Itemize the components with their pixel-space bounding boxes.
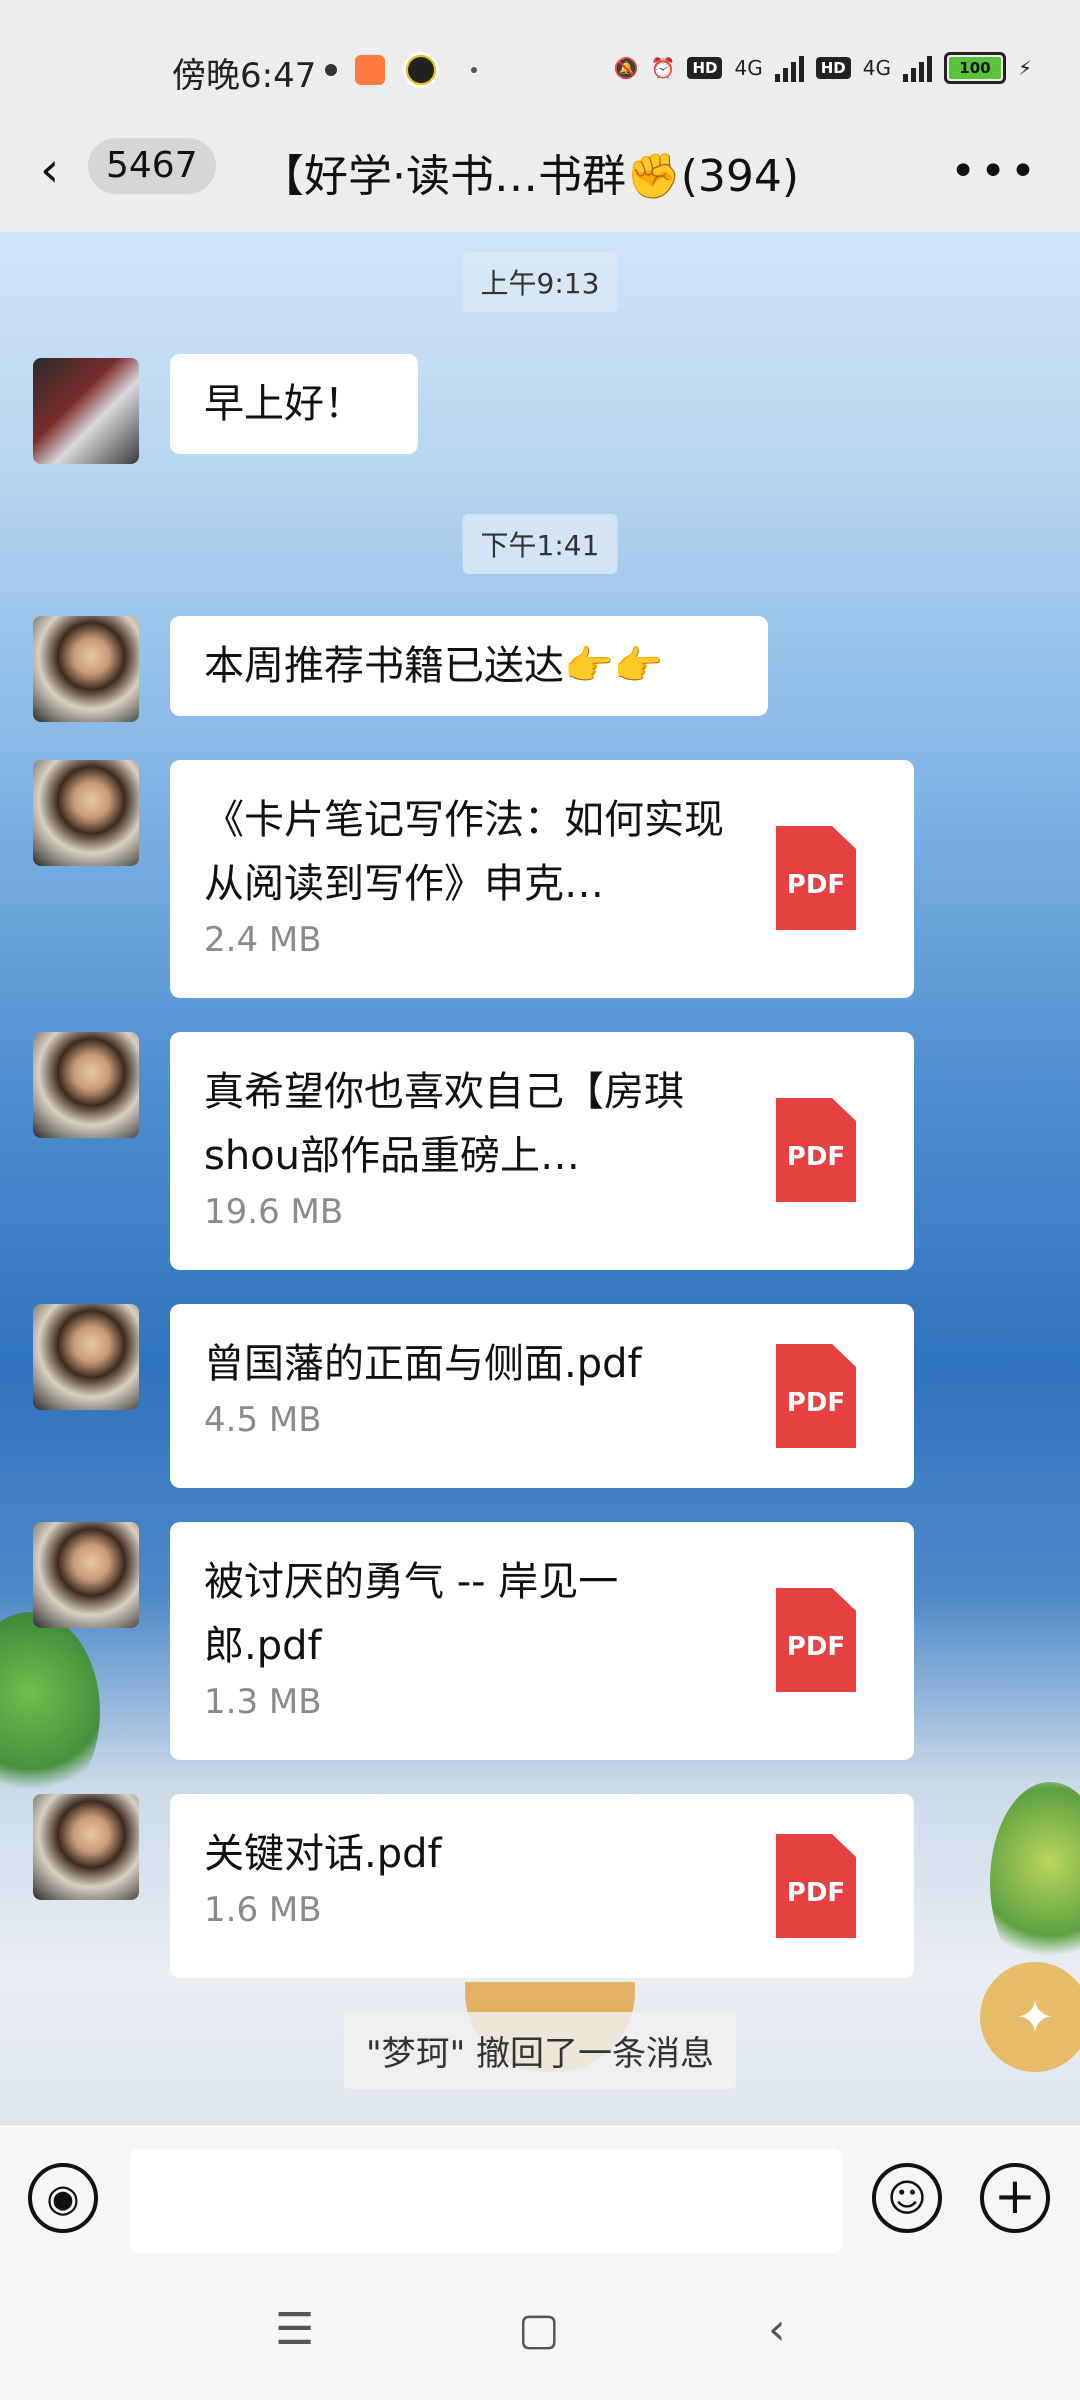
home-icon[interactable]: ▢ — [518, 2304, 560, 2355]
notification-dot-icon — [325, 64, 337, 76]
pdf-file-icon: PDF — [776, 1098, 856, 1202]
message-input[interactable] — [130, 2149, 842, 2253]
chat-area[interactable]: 上午9:13 早上好！ 下午1:41 本周推荐书籍已送达👉👉 《卡片笔记写作法：… — [0, 232, 1080, 2124]
more-notifications-icon — [471, 67, 477, 73]
network-type-1: 4G — [734, 56, 763, 80]
file-message-card[interactable]: 被讨厌的勇气 -- 岸见一郎.pdf 1.3 MB PDF — [170, 1522, 914, 1760]
timestamp-chip: 上午9:13 — [462, 252, 618, 312]
chat-title[interactable]: 【好学·读书…书群✊(394) — [260, 140, 799, 204]
status-right-icons: 🔕 ⏰ HD 4G HD 4G 100 ⚡ — [614, 52, 1032, 84]
signal-icon-2 — [902, 54, 932, 82]
voice-icon[interactable]: ◉ — [28, 2163, 98, 2233]
avatar[interactable] — [33, 1304, 139, 1410]
chat-header: ‹ 5467 【好学·读书…书群✊(394) ••• — [0, 110, 1080, 230]
pdf-file-icon: PDF — [776, 826, 856, 930]
network-type-2: 4G — [862, 56, 891, 80]
signal-icon-1 — [774, 54, 804, 82]
message-bubble-recommend[interactable]: 本周推荐书籍已送达👉👉 — [170, 616, 768, 716]
file-name: 曾国藩的正面与侧面.pdf — [204, 1341, 642, 1387]
input-bar: ◉ ☺ + — [0, 2124, 1080, 2275]
background-plant-right — [990, 1782, 1080, 1982]
avatar[interactable] — [33, 616, 139, 722]
recall-notice: "梦珂" 撤回了一条消息 — [343, 2012, 737, 2089]
qq-icon — [403, 52, 439, 88]
timestamp-chip: 下午1:41 — [462, 514, 618, 574]
avatar[interactable] — [33, 1794, 139, 1900]
back-icon[interactable]: ‹ — [768, 2304, 786, 2355]
pdf-file-icon: PDF — [776, 1588, 856, 1692]
file-name: 真希望你也喜欢自己【房琪shou部作品重磅上… — [204, 1069, 684, 1179]
avatar[interactable] — [33, 760, 139, 866]
alarm-icon: ⏰ — [650, 56, 676, 80]
emoji-icon[interactable]: ☺ — [872, 2163, 942, 2233]
more-icon[interactable]: ••• — [950, 146, 1040, 197]
pdf-file-icon: PDF — [776, 1834, 856, 1938]
charging-icon: ⚡ — [1017, 56, 1032, 80]
background-plant — [0, 1612, 100, 1812]
avatar[interactable] — [33, 358, 139, 464]
mute-icon: 🔕 — [613, 56, 639, 80]
file-name: 《卡片笔记写作法：如何实现从阅读到写作》申克… — [204, 797, 724, 907]
status-time: 傍晚6:47 — [172, 56, 317, 96]
plus-icon[interactable]: + — [980, 2163, 1050, 2233]
file-message-card[interactable]: 曾国藩的正面与侧面.pdf 4.5 MB PDF — [170, 1304, 914, 1488]
system-nav-bar: ☰ ▢ ‹ — [0, 2274, 1080, 2400]
battery-level: 100 — [948, 57, 1001, 79]
file-message-card[interactable]: 关键对话.pdf 1.6 MB PDF — [170, 1794, 914, 1978]
file-message-card[interactable]: 《卡片笔记写作法：如何实现从阅读到写作》申克… 2.4 MB PDF — [170, 760, 914, 998]
avatar[interactable] — [33, 1522, 139, 1628]
unread-count-badge[interactable]: 5467 — [88, 138, 216, 194]
battery-icon: 100 — [943, 52, 1006, 84]
message-bubble-greeting[interactable]: 早上好！ — [170, 354, 418, 454]
file-message-card[interactable]: 真希望你也喜欢自己【房琪shou部作品重磅上… 19.6 MB PDF — [170, 1032, 914, 1270]
hd-badge-1: HD — [687, 57, 723, 79]
shopping-app-icon — [355, 55, 385, 85]
avatar[interactable] — [33, 1032, 139, 1138]
file-name: 被讨厌的勇气 -- 岸见一郎.pdf — [204, 1559, 619, 1669]
menu-icon[interactable]: ☰ — [275, 2304, 314, 2355]
file-name: 关键对话.pdf — [204, 1831, 442, 1877]
pdf-file-icon: PDF — [776, 1344, 856, 1448]
back-chevron-icon[interactable]: ‹ — [40, 145, 80, 195]
hd-badge-2: HD — [815, 57, 851, 79]
accessibility-icon[interactable]: ✦ — [980, 1962, 1080, 2072]
status-left-icons — [325, 52, 477, 88]
